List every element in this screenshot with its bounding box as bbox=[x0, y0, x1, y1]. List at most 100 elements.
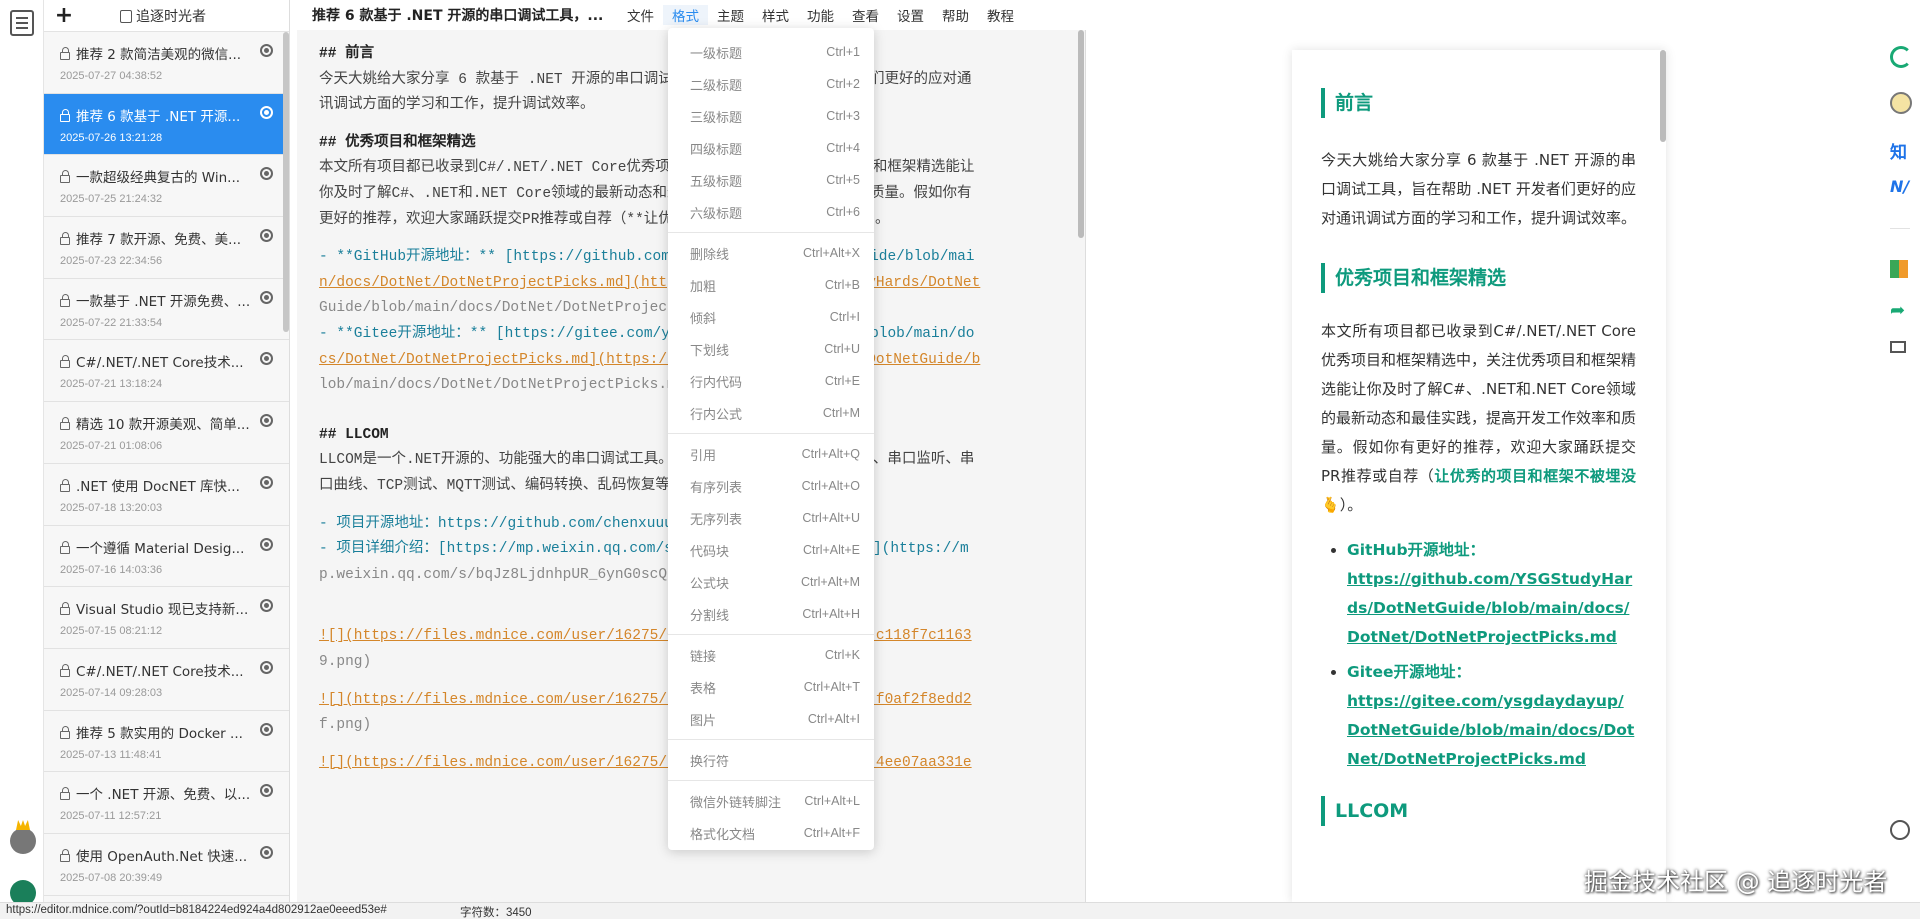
format-menu-item[interactable]: 行内代码 Ctrl+E bbox=[668, 365, 874, 397]
format-menu-item[interactable]: 删除线 Ctrl+Alt+X bbox=[668, 237, 874, 269]
format-menu-item[interactable]: 无序列表 Ctrl+Alt+U bbox=[668, 502, 874, 534]
sidebar-scrollbar[interactable] bbox=[283, 32, 289, 332]
article-title-text: C#/.NET/.NET Core技术... bbox=[76, 663, 244, 680]
gear-icon[interactable] bbox=[260, 784, 273, 798]
current-user[interactable]: 追逐时光者 bbox=[84, 6, 289, 26]
editor-scrollbar[interactable] bbox=[1078, 30, 1084, 238]
article-item[interactable]: 精选 10 款开源美观、简单... 2025-07-21 01:08:06 bbox=[44, 402, 289, 464]
format-menu-item[interactable]: 六级标题 Ctrl+6 bbox=[668, 196, 874, 228]
format-menu-item[interactable]: 微信外链转脚注 Ctrl+Alt+L bbox=[668, 785, 874, 817]
gear-icon[interactable] bbox=[260, 537, 273, 551]
share-icon[interactable]: ➦ bbox=[1890, 300, 1912, 322]
refresh-icon[interactable] bbox=[1890, 46, 1912, 68]
layout-icon[interactable] bbox=[1890, 260, 1908, 278]
article-item[interactable]: 推荐 5 款实用的 Docker ... 2025-07-13 11:48:41 bbox=[44, 711, 289, 773]
menu-item[interactable]: 教程 bbox=[978, 5, 1023, 25]
format-menu-item[interactable]: 引用 Ctrl+Alt+Q bbox=[668, 438, 874, 470]
gear-icon[interactable] bbox=[260, 352, 273, 366]
menu-item[interactable]: 样式 bbox=[753, 5, 798, 25]
article-item[interactable]: Visual Studio 现已支持新... 2025-07-15 08:21:1… bbox=[44, 587, 289, 649]
article-item[interactable]: C#/.NET/.NET Core技术... 2025-07-14 09:28:0… bbox=[44, 649, 289, 711]
gear-icon[interactable] bbox=[260, 44, 273, 57]
lock-icon bbox=[60, 108, 70, 122]
github-link[interactable]: https://github.com/YSGStudyHards/DotNetG… bbox=[1347, 570, 1632, 646]
format-menu-item[interactable]: 换行符 bbox=[668, 744, 874, 776]
top-bar: 推荐 6 款基于 .NET 开源的串口调试工具，... 文件 格式 主题 样式 功能 查看… bbox=[290, 0, 1880, 30]
editor-line: p.weixin.qq.com/s/bqJz8LjdnhpUR_6ynG0scQ… bbox=[319, 566, 676, 583]
article-item[interactable]: 使用 OpenAuth.Net 快速... 2025-07-08 20:39:49 bbox=[44, 834, 289, 896]
gear-icon[interactable] bbox=[260, 845, 273, 859]
gear-icon[interactable] bbox=[260, 229, 273, 243]
article-item[interactable]: .NET 使用 DocNET 库快... 2025-07-18 13:20:03 bbox=[44, 464, 289, 526]
gear-icon[interactable] bbox=[260, 414, 273, 428]
format-menu-item[interactable]: 一级标题 Ctrl+1 bbox=[668, 36, 874, 68]
editor-line: LLCOM是一个.NET开源的、功能强大的串口调试工具。支持Lua自动化处理、串… bbox=[319, 452, 975, 469]
gear-icon[interactable] bbox=[260, 290, 273, 304]
format-menu-item[interactable]: 加粗 Ctrl+B bbox=[668, 269, 874, 301]
palette-icon[interactable] bbox=[1890, 820, 1910, 840]
article-item[interactable]: 一个 .NET 开源、免费、以... 2025-07-11 12:57:21 bbox=[44, 772, 289, 834]
menu-item[interactable]: 主题 bbox=[708, 5, 753, 25]
format-menu-item[interactable]: 表格 Ctrl+Alt+T bbox=[668, 671, 874, 703]
document-list-icon[interactable] bbox=[10, 10, 34, 36]
article-item[interactable]: 推荐 7 款开源、免费、美... 2025-07-23 22:34:56 bbox=[44, 217, 289, 279]
article-title: 一款超级经典复古的 Win... bbox=[60, 166, 256, 186]
format-menu-item[interactable]: 代码块 Ctrl+Alt+E bbox=[668, 534, 874, 566]
gear-icon[interactable] bbox=[260, 599, 273, 613]
wechat-copy-icon[interactable] bbox=[1890, 92, 1912, 114]
juejin-copy-icon[interactable]: N/ bbox=[1890, 177, 1916, 199]
article-title-text: 推荐 6 款基于 .NET 开源... bbox=[76, 108, 241, 125]
format-menu-item[interactable]: 公式块 Ctrl+Alt+M bbox=[668, 566, 874, 598]
zhihu-copy-icon[interactable]: 知 bbox=[1890, 138, 1916, 163]
format-menu-item[interactable]: 格式化文档 Ctrl+Alt+F bbox=[668, 817, 874, 849]
format-menu-item[interactable]: 图片 Ctrl+Alt+I bbox=[668, 703, 874, 735]
article-title: 使用 OpenAuth.Net 快速... bbox=[60, 845, 256, 865]
menu-item[interactable]: 帮助 bbox=[933, 5, 978, 25]
format-menu-item[interactable]: 五级标题 Ctrl+5 bbox=[668, 164, 874, 196]
editor-line: 口曲线、TCP测试、MQTT测试、编码转换、乱码恢复等功能。 bbox=[319, 478, 714, 494]
gear-icon[interactable] bbox=[260, 722, 273, 736]
menu-item-label: 五级标题 bbox=[690, 174, 743, 190]
preview-scrollbar[interactable] bbox=[1660, 50, 1666, 142]
gear-icon[interactable] bbox=[260, 475, 273, 489]
article-title: 推荐 2 款简洁美观的微信... bbox=[60, 43, 256, 63]
menu-item[interactable]: 查看 bbox=[843, 5, 888, 25]
article-date: 2025-07-13 11:48:41 bbox=[60, 748, 162, 761]
menu-item[interactable]: 文件 bbox=[618, 5, 663, 25]
gear-icon[interactable] bbox=[260, 105, 273, 119]
add-article-button[interactable]: + bbox=[44, 3, 84, 28]
article-title-text: 精选 10 款开源美观、简单... bbox=[76, 417, 250, 434]
article-item[interactable]: 一款超级经典复古的 Win... 2025-07-25 21:24:32 bbox=[44, 155, 289, 218]
article-title-text: .NET 使用 DocNET 库快... bbox=[76, 478, 240, 495]
article-item[interactable]: 推荐 2 款简洁美观的微信... 2025-07-27 04:38:52 bbox=[44, 32, 289, 94]
format-menu-item[interactable]: 二级标题 Ctrl+2 bbox=[668, 68, 874, 100]
menu-item-shortcut: Ctrl+Alt+F bbox=[803, 826, 860, 840]
monitor-icon[interactable] bbox=[1890, 341, 1906, 353]
format-menu-item[interactable]: 三级标题 Ctrl+3 bbox=[668, 100, 874, 132]
article-item[interactable]: 推荐 6 款基于 .NET 开源... 2025-07-26 13:21:28 bbox=[44, 93, 289, 156]
menu-item-shortcut: Ctrl+Alt+M bbox=[800, 575, 860, 589]
format-menu-item[interactable]: 有序列表 Ctrl+Alt+O bbox=[668, 470, 874, 502]
format-menu-item[interactable]: 四级标题 Ctrl+4 bbox=[668, 132, 874, 164]
editor-line: 9.png) bbox=[319, 654, 372, 670]
menu-item[interactable]: 设置 bbox=[888, 5, 933, 25]
menu-item-shortcut: Ctrl+Alt+E bbox=[803, 543, 860, 557]
gear-icon[interactable] bbox=[260, 660, 273, 674]
gear-icon[interactable] bbox=[260, 167, 273, 181]
user-avatar[interactable] bbox=[10, 828, 36, 854]
format-menu-item[interactable]: 下划线 Ctrl+U bbox=[668, 333, 874, 365]
format-menu-item[interactable]: 分割线 Ctrl+Alt+H bbox=[668, 598, 874, 630]
article-title: 精选 10 款开源美观、简单... bbox=[60, 413, 256, 433]
article-date: 2025-07-21 13:18:24 bbox=[60, 378, 163, 391]
preview-heading-projects: 优秀项目和框架精选 bbox=[1321, 263, 1636, 293]
format-menu-item[interactable]: 倾斜 Ctrl+I bbox=[668, 301, 874, 333]
article-item[interactable]: 一个遵循 Material Desig... 2025-07-16 14:03:3… bbox=[44, 526, 289, 588]
format-menu-item[interactable]: 行内公式 Ctrl+M bbox=[668, 397, 874, 429]
menu-item[interactable]: 功能 bbox=[798, 5, 843, 25]
format-menu-item[interactable]: 链接 Ctrl+K bbox=[668, 639, 874, 671]
menu-item[interactable]: 格式 bbox=[663, 5, 708, 25]
menu-item-label: 分割线 bbox=[690, 608, 730, 624]
article-item[interactable]: C#/.NET/.NET Core技术... 2025-07-21 13:18:2… bbox=[44, 340, 289, 403]
article-item[interactable]: 一款基于 .NET 开源免费、... 2025-07-22 21:33:54 bbox=[44, 279, 289, 341]
gitee-link[interactable]: https://gitee.com/ysgdaydayup/DotNetGuid… bbox=[1347, 692, 1634, 768]
